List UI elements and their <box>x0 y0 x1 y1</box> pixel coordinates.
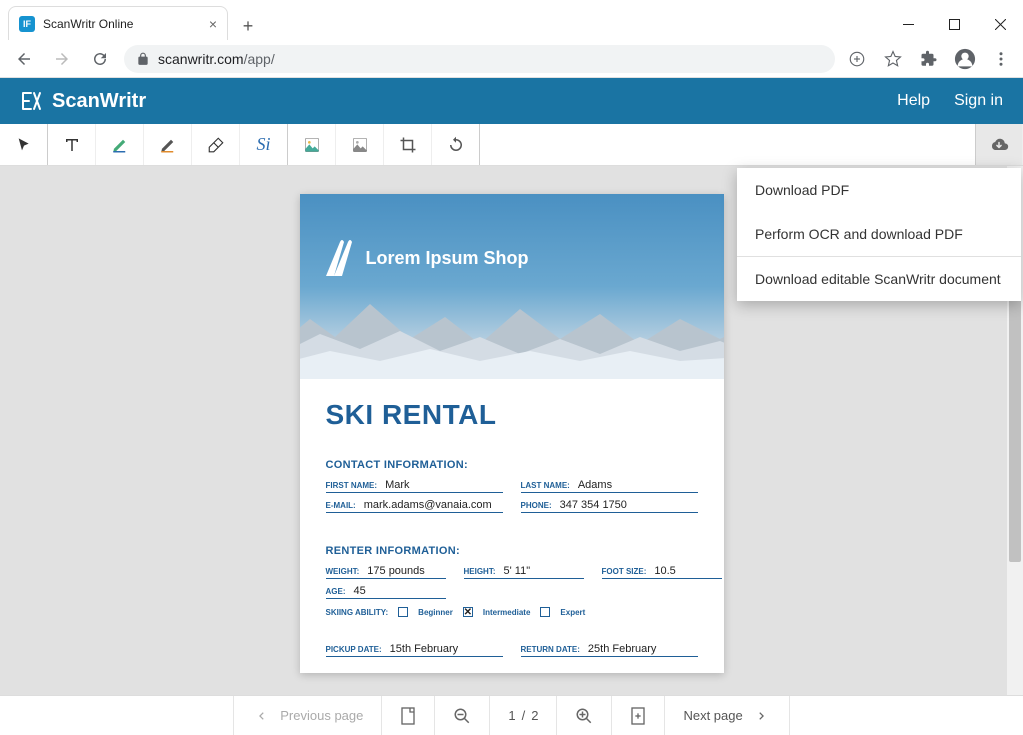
star-icon[interactable] <box>881 50 905 68</box>
download-button[interactable] <box>975 124 1023 165</box>
prev-page-button[interactable]: Previous page <box>233 696 382 735</box>
document-page[interactable]: Lorem Ipsum Shop SKI RENTAL CONTACT INFO… <box>300 194 724 673</box>
menu-icon[interactable] <box>989 50 1013 68</box>
value-phone[interactable]: 347 354 1750 <box>560 499 627 511</box>
select-tool[interactable] <box>0 124 48 165</box>
favicon: IF <box>19 16 35 32</box>
menu-download-pdf[interactable]: Download PDF <box>737 168 1021 212</box>
section-renter: RENTER INFORMATION: <box>326 545 698 557</box>
value-last-name[interactable]: Adams <box>578 479 612 491</box>
profile-icon[interactable] <box>953 48 977 70</box>
text-tool[interactable] <box>48 124 96 165</box>
page-current: 1 <box>508 708 515 723</box>
label-foot: FOOT SIZE: <box>602 567 647 576</box>
eraser-tool[interactable] <box>192 124 240 165</box>
value-foot[interactable]: 10.5 <box>654 565 675 577</box>
forward-button[interactable] <box>48 45 76 73</box>
document-hero-image: Lorem Ipsum Shop <box>300 194 724 379</box>
value-return[interactable]: 25th February <box>588 643 656 655</box>
zoom-plus-icon[interactable] <box>845 50 869 68</box>
label-phone: PHONE: <box>521 501 552 510</box>
value-pickup[interactable]: 15th February <box>390 643 458 655</box>
label-email: E-MAIL: <box>326 501 356 510</box>
minimize-button[interactable] <box>885 8 931 40</box>
zoom-in-button[interactable] <box>557 696 612 735</box>
address-bar[interactable]: scanwritr.com/app/ <box>124 45 835 73</box>
app-logo[interactable]: ScanWritr <box>20 89 146 113</box>
value-age[interactable]: 45 <box>354 585 366 597</box>
prev-page-label: Previous page <box>280 708 363 723</box>
close-icon[interactable]: × <box>209 16 217 32</box>
menu-ocr-download[interactable]: Perform OCR and download PDF <box>737 212 1021 256</box>
app-name: ScanWritr <box>52 90 146 113</box>
pager-bar: Previous page 1 / 2 Next page <box>0 695 1023 735</box>
image-color-tool[interactable] <box>288 124 336 165</box>
value-email[interactable]: mark.adams@vanaia.com <box>364 499 492 511</box>
menu-download-editable[interactable]: Download editable ScanWritr document <box>737 257 1021 301</box>
pen-orange-tool[interactable] <box>144 124 192 165</box>
add-page-button[interactable] <box>612 696 665 735</box>
value-first-name[interactable]: Mark <box>385 479 409 491</box>
label-intermediate: Intermediate <box>483 608 531 617</box>
label-first-name: FIRST NAME: <box>326 481 378 490</box>
value-weight[interactable]: 175 pounds <box>367 565 425 577</box>
pen-blue-tool[interactable] <box>96 124 144 165</box>
tab-title: ScanWritr Online <box>43 17 209 31</box>
page-total: 2 <box>531 708 538 723</box>
lock-icon <box>136 52 150 66</box>
rotate-tool[interactable] <box>432 124 480 165</box>
checkbox-intermediate[interactable]: ✕ <box>463 607 473 617</box>
section-contact: CONTACT INFORMATION: <box>326 459 698 471</box>
maximize-button[interactable] <box>931 8 977 40</box>
zoom-out-button[interactable] <box>435 696 490 735</box>
signature-tool[interactable]: Si <box>240 124 288 165</box>
checkbox-beginner[interactable] <box>398 607 408 617</box>
document-title: SKI RENTAL <box>326 399 698 431</box>
url-text: scanwritr.com/app/ <box>158 51 275 67</box>
new-tab-button[interactable]: + <box>234 12 262 40</box>
browser-tab[interactable]: IF ScanWritr Online × <box>8 6 228 40</box>
signin-link[interactable]: Sign in <box>954 92 1003 110</box>
label-pickup: PICKUP DATE: <box>326 645 382 654</box>
close-window-button[interactable] <box>977 8 1023 40</box>
label-beginner: Beginner <box>418 608 453 617</box>
label-return: RETURN DATE: <box>521 645 580 654</box>
page-indicator: 1 / 2 <box>490 696 557 735</box>
reload-button[interactable] <box>86 45 114 73</box>
label-height: HEIGHT: <box>464 567 496 576</box>
fit-page-button[interactable] <box>382 696 435 735</box>
back-button[interactable] <box>10 45 38 73</box>
label-age: AGE: <box>326 587 346 596</box>
editor-toolbar: Si <box>0 124 1023 166</box>
label-weight: WEIGHT: <box>326 567 360 576</box>
chevron-left-icon <box>252 711 272 721</box>
label-last-name: LAST NAME: <box>521 481 570 490</box>
help-link[interactable]: Help <box>897 92 930 110</box>
browser-toolbar: scanwritr.com/app/ <box>0 40 1023 78</box>
skis-icon <box>318 238 358 278</box>
image-gray-tool[interactable] <box>336 124 384 165</box>
label-skiing: SKIING ABILITY: <box>326 608 389 617</box>
crop-tool[interactable] <box>384 124 432 165</box>
scanwritr-logo-icon <box>20 89 44 113</box>
chevron-right-icon <box>751 711 771 721</box>
label-expert: Expert <box>560 608 585 617</box>
extensions-icon[interactable] <box>917 50 941 68</box>
app-header: ScanWritr Help Sign in <box>0 78 1023 124</box>
browser-titlebar: IF ScanWritr Online × + <box>0 0 1023 40</box>
download-menu: Download PDF Perform OCR and download PD… <box>737 168 1021 301</box>
checkbox-expert[interactable] <box>540 607 550 617</box>
next-page-button[interactable]: Next page <box>665 696 789 735</box>
value-height[interactable]: 5' 11" <box>504 565 531 577</box>
document-brand: Lorem Ipsum Shop <box>366 248 529 269</box>
next-page-label: Next page <box>683 708 742 723</box>
toolbar-spacer <box>480 124 975 165</box>
